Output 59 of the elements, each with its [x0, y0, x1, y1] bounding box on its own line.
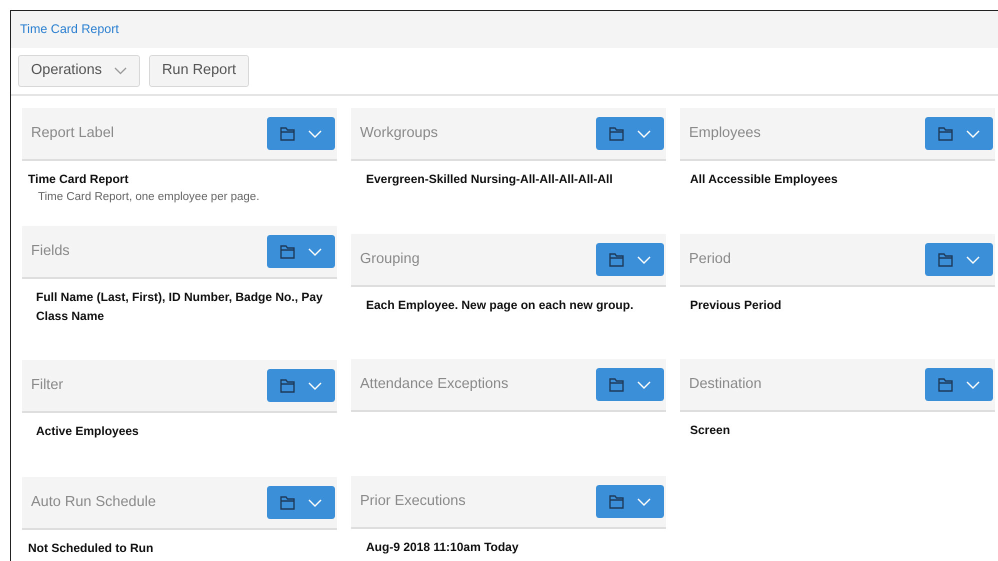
chevron-down-icon [308, 498, 322, 506]
folder-icon [608, 126, 624, 140]
section-title: Auto Run Schedule [31, 492, 156, 512]
chevron-down-icon [966, 130, 980, 138]
chevron-down-icon [308, 248, 322, 256]
folder-icon [608, 494, 624, 508]
section-value: Time Card Report [28, 171, 130, 188]
folder-icon [608, 378, 624, 392]
chevron-down-icon [637, 130, 652, 138]
folder-icon [280, 244, 295, 258]
folder-icon [938, 378, 953, 392]
section-title: Grouping [360, 250, 420, 269]
section-value: Full Name (Last, First), ID Number, Badge No., Pay Class Name [36, 289, 324, 325]
section-value: Aug-9 2018 11:10am Today [366, 539, 520, 556]
section-title: Filter [31, 376, 64, 395]
chevron-down-icon [966, 380, 980, 388]
section-title: Employees [689, 124, 761, 143]
section-value: Not Scheduled to Run [28, 540, 154, 557]
section-menu-button[interactable] [267, 235, 335, 268]
chevron-down-icon [637, 256, 652, 264]
section-title: Fields [31, 242, 70, 261]
section-menu-button[interactable] [267, 486, 335, 519]
folder-icon [938, 126, 953, 140]
section-title: Report Label [31, 124, 114, 143]
section-menu-button[interactable] [267, 369, 335, 402]
section-menu-button[interactable] [596, 243, 664, 276]
window-title: Time Card Report [20, 21, 119, 38]
section-title: Workgroups [360, 124, 438, 143]
chevron-down-icon [308, 382, 322, 390]
folder-icon [608, 252, 624, 266]
section-menu-button[interactable] [925, 243, 993, 276]
folder-icon [280, 126, 295, 140]
section-menu-button[interactable] [925, 117, 993, 150]
chevron-down-icon [308, 130, 322, 138]
section-menu-button[interactable] [925, 368, 993, 401]
section-value: Evergreen-Skilled Nursing-All-All-All-All-All [366, 171, 614, 188]
section-value: Previous Period [690, 297, 782, 314]
section-value: Active Employees [36, 423, 140, 440]
folder-icon [938, 252, 953, 266]
chevron-down-icon [966, 256, 980, 264]
section-value: Each Employee. New page on each new group. [366, 297, 634, 314]
folder-icon [280, 496, 295, 510]
section-menu-button[interactable] [267, 117, 335, 150]
folder-icon [280, 378, 295, 392]
operations-dropdown[interactable]: Operations [18, 55, 140, 87]
section-title: Attendance Exceptions [360, 374, 508, 394]
section-menu-button[interactable] [596, 117, 664, 150]
section-value: Screen [690, 422, 732, 439]
section-title: Destination [689, 374, 762, 394]
section-menu-button[interactable] [596, 485, 664, 518]
section-menu-button[interactable] [596, 368, 664, 401]
section-value: All Accessible Employees [690, 171, 839, 188]
section-title: Prior Executions [360, 492, 466, 511]
run-report-button[interactable]: Run Report [148, 55, 250, 87]
chevron-down-icon [637, 380, 652, 388]
section-description: Time Card Report, one employee per page. [37, 190, 260, 205]
chevron-down-icon [637, 498, 652, 506]
section-title: Period [689, 250, 731, 269]
chevron-down-icon [114, 67, 127, 75]
